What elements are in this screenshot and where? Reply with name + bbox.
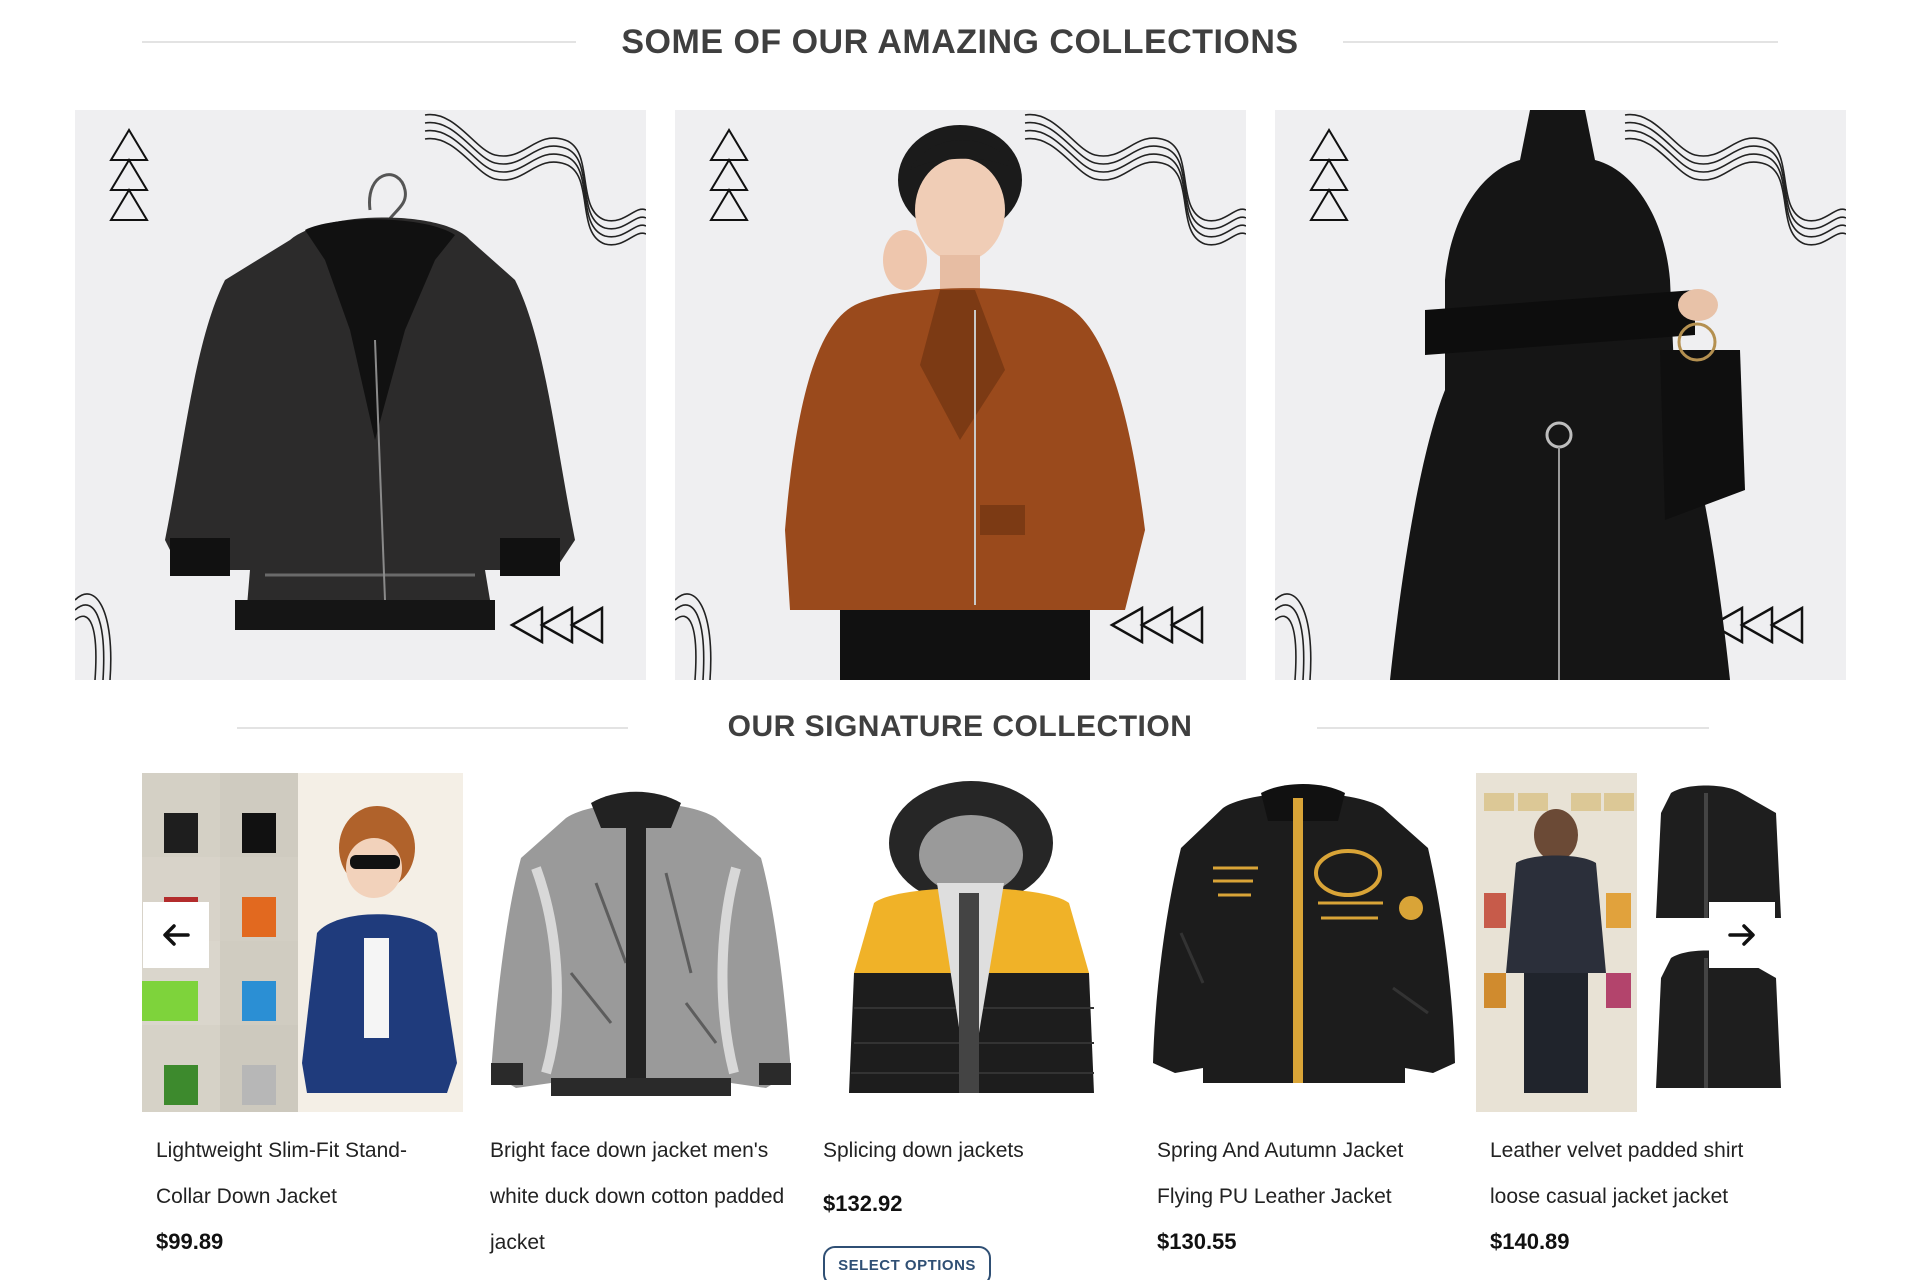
yellow-black-hooded-puffer-image [809,773,1130,1112]
signature-header: OUR SIGNATURE COLLECTION [0,697,1920,757]
carousel-next-button[interactable] [1709,902,1775,968]
product-card: Lightweight Slim-Fit Stand-Collar Down J… [142,773,463,1280]
product-name[interactable]: Splicing down jackets [823,1128,1123,1174]
page: SOME OF OUR AMAZING COLLECTIONS OUR SIGN… [0,0,1920,1280]
carousel-prev-button[interactable] [143,902,209,968]
heading-divider-right [1317,727,1709,729]
woman-in-black-leather-dress-image [1275,110,1846,680]
product-image-link[interactable] [809,773,1130,1112]
product-card: Leather velvet padded shirt loose casual… [1476,773,1797,1280]
collection-card-2[interactable] [675,110,1246,680]
select-options-button[interactable]: SELECT OPTIONS [823,1246,991,1280]
product-card: Spring And Autumn Jacket Flying PU Leath… [1143,773,1464,1280]
black-shearling-biker-jacket-image [75,113,646,680]
product-card: Bright face down jacket men's white duck… [476,773,797,1280]
silver-bomber-jacket-image [476,773,797,1112]
heading-divider-right [1343,41,1778,43]
arrow-left-icon [163,924,190,946]
product-price: $99.89 [156,1229,224,1254]
collections-header: SOME OF OUR AMAZING COLLECTIONS [0,12,1920,72]
product-price: $132.92 [823,1191,903,1216]
product-card: Splicing down jackets $132.92 SELECT OPT… [809,773,1130,1280]
product-price: $130.55 [1157,1229,1237,1254]
man-in-brown-leather-jacket-image [675,113,1246,680]
product-name[interactable]: Spring And Autumn Jacket Flying PU Leath… [1157,1128,1457,1220]
product-image-link[interactable] [1143,773,1464,1112]
product-price: $140.89 [1490,1229,1570,1254]
product-name[interactable]: Lightweight Slim-Fit Stand-Collar Down J… [156,1128,456,1220]
collection-card-1[interactable] [75,110,646,680]
arrow-right-icon [1728,924,1755,946]
black-embroidered-leather-jacket-image [1143,773,1464,1112]
collection-card-3[interactable] [1275,110,1846,680]
product-name[interactable]: Leather velvet padded shirt loose casual… [1490,1128,1790,1220]
product-name[interactable]: Bright face down jacket men's white duck… [490,1128,790,1266]
product-image-link[interactable] [476,773,797,1112]
